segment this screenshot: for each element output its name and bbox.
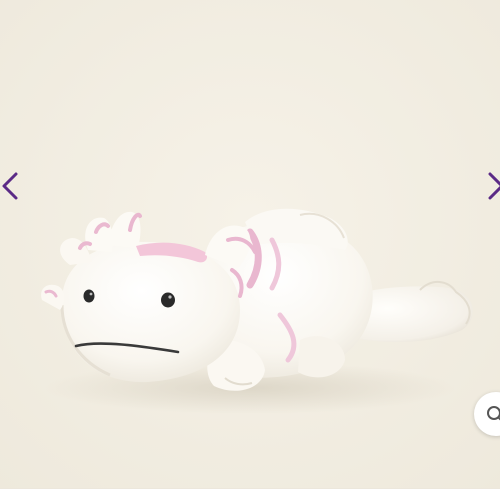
chevron-right-icon bbox=[488, 172, 500, 200]
next-image-button[interactable] bbox=[484, 170, 500, 202]
magnifier-icon bbox=[487, 406, 500, 421]
axolotl-plush-image bbox=[0, 0, 500, 492]
gallery-bottom-edge bbox=[0, 488, 500, 500]
product-photo[interactable] bbox=[0, 0, 500, 492]
product-image-gallery bbox=[0, 0, 500, 500]
chevron-left-icon bbox=[2, 172, 18, 200]
previous-image-button[interactable] bbox=[0, 170, 22, 202]
